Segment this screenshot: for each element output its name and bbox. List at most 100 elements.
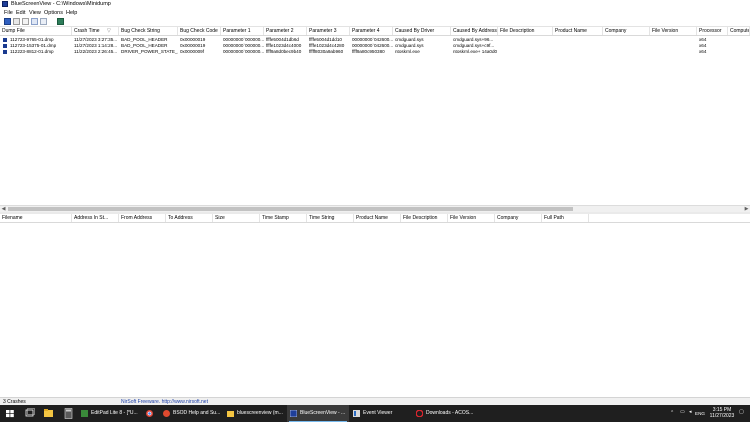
col-parameter-4[interactable]: Parameter 4 (350, 27, 393, 35)
col-processor[interactable]: Processor (697, 27, 728, 35)
col-address-in-stack[interactable]: Address In St... (72, 214, 119, 222)
menu-options[interactable]: Options (44, 10, 63, 16)
dump-file-icon (3, 44, 7, 48)
cell-crash-time: 11/22/2023 2:26:45... (74, 49, 118, 54)
calculator-button[interactable] (60, 405, 77, 422)
window-title: BlueScreenView - C:\Windows\Minidump (11, 1, 111, 7)
col-bug-check-string[interactable]: Bug Check String (119, 27, 178, 35)
col-product-name[interactable]: Product Name (354, 214, 401, 222)
col-file-description[interactable]: File Description (498, 27, 553, 35)
cell-processor: x64 (699, 49, 707, 54)
taskbar-app-label: BSOD Help and Su... (173, 410, 221, 416)
col-product-name[interactable]: Product Name (553, 27, 603, 35)
col-to-address[interactable]: To Address (166, 214, 213, 222)
clock-date: 11/27/2023 (709, 412, 735, 419)
event-viewer-icon (353, 410, 360, 417)
col-filename[interactable]: Filename (0, 214, 72, 222)
col-computer[interactable]: Computer (728, 27, 750, 35)
taskbar-app-label: bluescreenview (m... (237, 410, 283, 416)
app-icon (2, 1, 8, 7)
file-explorer-button[interactable] (40, 405, 57, 422)
taskbar-app-label: Event Viewer (363, 410, 393, 416)
cell-bug-check-code: 0x0000009f (180, 49, 205, 54)
network-icon[interactable]: ▭ (680, 409, 685, 415)
col-crash-time[interactable]: Crash Time ▽ (72, 27, 119, 35)
input-language[interactable]: ENG (695, 411, 705, 416)
col-size[interactable]: Size (213, 214, 260, 222)
taskbar-app-bsod-help[interactable]: BSOD Help and Su... (160, 405, 222, 422)
driver-list[interactable]: Filename Address In St... From Address T… (0, 214, 750, 396)
save-icon[interactable] (4, 18, 11, 25)
editpad-icon (81, 410, 88, 417)
col-bug-check-code[interactable]: Bug Check Code (178, 27, 221, 35)
scrollbar-thumb[interactable] (8, 207, 573, 211)
cell-parameter-1: 00000000`000000... (223, 49, 264, 54)
table-row[interactable]: 112223-8812-01.dmp 11/22/2023 2:26:45...… (0, 49, 750, 55)
col-file-version[interactable]: File Version (650, 27, 697, 35)
col-company[interactable]: Company (603, 27, 650, 35)
cell-caused-by-driver: ntoskrnl.exe (395, 49, 420, 54)
sort-down-icon: ▽ (106, 28, 111, 34)
start-button[interactable] (0, 405, 20, 422)
refresh-icon[interactable] (40, 18, 47, 25)
taskbar-app-event-viewer[interactable]: Event Viewer (350, 405, 412, 422)
col-parameter-1[interactable]: Parameter 1 (221, 27, 264, 35)
col-caused-by-address[interactable]: Caused By Address (451, 27, 498, 35)
task-view-icon (25, 408, 35, 417)
col-file-description[interactable]: File Description (401, 214, 448, 222)
taskbar-app-bluescreenview[interactable]: BlueScreenView - ... (287, 405, 349, 422)
taskbar-app-opera-downloads[interactable]: Downloads - ACOS... (413, 405, 475, 422)
taskbar-app-label: EditPad Lite 8 - [*U... (91, 410, 138, 416)
col-time-stamp[interactable]: Time Stamp (260, 214, 307, 222)
html-report-icon[interactable] (31, 18, 38, 25)
chrome-icon (146, 410, 153, 417)
menu-help[interactable]: Help (66, 10, 77, 16)
notifications-icon[interactable]: ▢ (739, 409, 744, 415)
crash-list-header: Dump File Crash Time ▽ Bug Check String … (0, 27, 750, 36)
properties-icon[interactable] (22, 18, 29, 25)
cell-dump-file: 112223-8812-01.dmp (10, 49, 54, 54)
menu-file[interactable]: File (4, 10, 13, 16)
cell-parameter-3: fffff8030a9ab960 (309, 49, 344, 54)
folder-icon (227, 411, 234, 417)
col-from-address[interactable]: From Address (119, 214, 166, 222)
driver-list-header: Filename Address In St... From Address T… (0, 214, 750, 223)
menu-edit[interactable]: Edit (16, 10, 25, 16)
calculator-icon (64, 408, 73, 419)
menu-bar: File Edit View Options Help (0, 9, 750, 17)
col-file-version[interactable]: File Version (448, 214, 495, 222)
cell-parameter-4: ffff9a80c950380 (352, 49, 385, 54)
toolbar (0, 17, 750, 27)
col-company[interactable]: Company (495, 214, 542, 222)
taskbar-app-label: BlueScreenView - ... (300, 410, 346, 416)
taskbar-app-explorer-folder[interactable]: bluescreenview (m... (224, 405, 286, 422)
dump-file-icon (3, 38, 7, 42)
col-dump-file[interactable]: Dump File (0, 27, 72, 35)
copy-icon[interactable] (13, 18, 20, 25)
col-caused-by-driver[interactable]: Caused By Driver (393, 27, 451, 35)
col-crash-time-label: Crash Time (74, 28, 100, 34)
cell-bug-check-string: DRIVER_POWER_STATE_... (121, 49, 178, 54)
taskbar-app-chrome[interactable] (142, 405, 158, 422)
file-explorer-icon (44, 409, 53, 417)
col-time-string[interactable]: Time String (307, 214, 354, 222)
clock[interactable]: 3:15 PM 11/27/2023 (709, 407, 735, 419)
tray-chevron-up-icon[interactable]: ⌃ (670, 410, 674, 416)
opera-icon (416, 410, 423, 417)
windows-logo-icon (6, 410, 14, 418)
crash-list[interactable]: Dump File Crash Time ▽ Bug Check String … (0, 27, 750, 205)
task-view-button[interactable] (21, 405, 38, 422)
exit-icon[interactable] (57, 18, 64, 25)
col-parameter-2[interactable]: Parameter 2 (264, 27, 307, 35)
cell-caused-by-address: ntoskrnl.exe+ 14a0d0 (453, 49, 498, 54)
cell-parameter-2: ffff9a8d0bec9b40 (266, 49, 302, 54)
bluescreenview-icon (290, 410, 297, 417)
speaker-icon[interactable]: ◂ (689, 409, 692, 415)
taskbar-app-label: Downloads - ACOS... (426, 410, 474, 416)
taskbar: EditPad Lite 8 - [*U... BSOD Help and Su… (0, 405, 750, 422)
col-parameter-3[interactable]: Parameter 3 (307, 27, 350, 35)
col-full-path[interactable]: Full Path (542, 214, 589, 222)
menu-view[interactable]: View (29, 10, 41, 16)
dump-file-icon (3, 50, 7, 54)
taskbar-app-editpad[interactable]: EditPad Lite 8 - [*U... (78, 405, 140, 422)
